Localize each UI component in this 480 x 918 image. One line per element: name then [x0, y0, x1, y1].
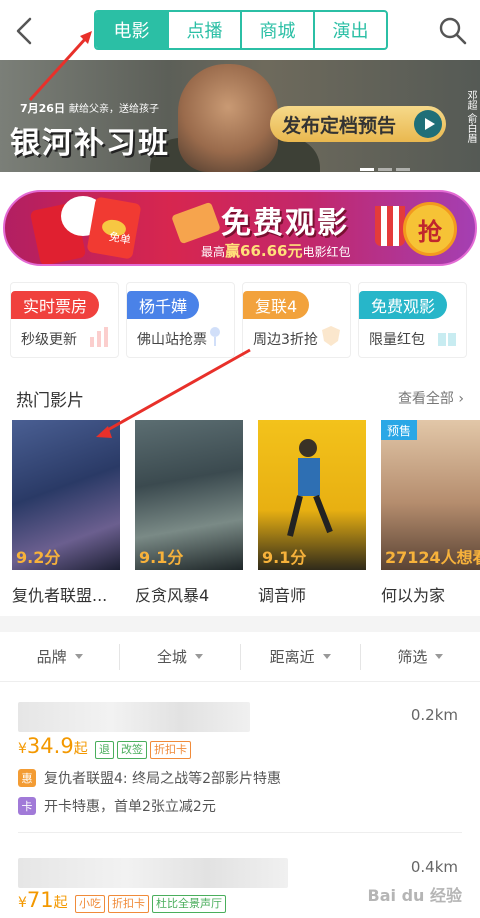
- cinema-name-redacted: [18, 858, 288, 888]
- page-dot: [396, 168, 410, 171]
- filter-brand[interactable]: 品牌: [0, 644, 119, 670]
- promo-section: 免单 免费观影 最高赢66.66元电影红包 抢: [0, 172, 480, 272]
- tab-vod[interactable]: 点播: [167, 12, 240, 48]
- banner-credit: 邓超 俞白眉: [465, 90, 476, 144]
- divider: [18, 832, 462, 833]
- quick-card-badge: 免费观影: [359, 291, 448, 319]
- filter-more[interactable]: 筛选: [359, 643, 480, 670]
- movie-title[interactable]: 何以为家: [381, 582, 480, 606]
- trailer-button[interactable]: 发布定档预告: [270, 106, 446, 142]
- movie-title[interactable]: 复仇者联盟...: [12, 582, 124, 606]
- caret-down-icon: [74, 654, 83, 659]
- trailer-button-label: 发布定档预告: [282, 114, 397, 137]
- quick-card-badge: 复联4: [243, 291, 310, 319]
- quick-card-free-watch[interactable]: 免费观影 限量红包: [358, 282, 467, 358]
- movie-poster[interactable]: 预售 27124人想看: [381, 420, 480, 570]
- tag-reschedule: 改签: [117, 741, 147, 759]
- cinema-tags: 退改签 折扣卡: [92, 738, 191, 759]
- caret-down-icon: [435, 654, 444, 659]
- grab-button[interactable]: 抢: [403, 202, 457, 256]
- movie-want-count: 27124人想看: [385, 548, 480, 567]
- quick-card-box-office[interactable]: 实时票房 秒级更新: [10, 282, 119, 358]
- card-icon: 卡: [18, 797, 36, 815]
- cinema-distance: 0.2km: [410, 706, 458, 724]
- tab-show[interactable]: 演出: [313, 12, 386, 48]
- cinema-offer: 惠复仇者联盟4: 终局之战等2部影片特惠: [18, 768, 281, 788]
- quick-card-desc: 秒级更新: [21, 332, 77, 348]
- filter-area[interactable]: 全城: [119, 643, 239, 670]
- see-all-link[interactable]: 查看全部 ›: [398, 388, 464, 408]
- caret-down-icon: [194, 654, 203, 659]
- free-watch-banner[interactable]: 免单 免费观影 最高赢66.66元电影红包 抢: [3, 190, 477, 266]
- category-tabs: 电影 点播 商城 演出: [94, 10, 388, 50]
- movie-score: 9.2分: [16, 548, 61, 567]
- quick-card-concert[interactable]: 杨千嬅 佛山站抢票: [126, 282, 235, 358]
- movie-title[interactable]: 调音师: [258, 582, 370, 606]
- cinema-list: 0.2km ¥34.9起 退改签 折扣卡 惠复仇者联盟4: 终局之战等2部影片特惠…: [0, 682, 480, 918]
- banner-pagination: [360, 156, 440, 171]
- cinema-price: ¥71起: [18, 888, 68, 912]
- poster-figure: [287, 439, 333, 537]
- quick-card-badge: 实时票房: [11, 291, 100, 319]
- ticket-icon: [171, 201, 221, 245]
- cinema-offer: 卡开卡特惠，首单2张立减2元: [18, 796, 216, 816]
- banner-date: 7月26日 献给父亲，送给孩子: [20, 102, 159, 115]
- quick-card-desc: 佛山站抢票: [137, 332, 207, 348]
- tag-snack: 小吃: [75, 895, 105, 913]
- gift-icon: [438, 329, 456, 346]
- cinema-filter-bar: 品牌 全城 距离近 筛选: [0, 632, 480, 682]
- bar-chart-icon: [90, 327, 108, 347]
- quick-card-desc: 限量红包: [369, 332, 425, 348]
- hot-movies-section: 热门影片 查看全部 › 9.2分 复仇者联盟... 9.1分 反贪风暴4 9.1…: [0, 366, 480, 616]
- tag-dolby: 杜比全景声厅: [152, 895, 226, 913]
- discount-icon: 惠: [18, 769, 36, 787]
- top-bar: 电影 点播 商城 演出: [0, 0, 480, 60]
- popcorn-icon: [375, 206, 405, 246]
- tab-movie[interactable]: 电影: [96, 12, 167, 48]
- movie-poster[interactable]: 9.1分: [258, 420, 366, 570]
- promo-subtitle: 最高赢66.66元电影红包: [201, 242, 351, 260]
- cinema-name-redacted: [18, 702, 250, 732]
- movie-poster[interactable]: 9.1分: [135, 420, 243, 570]
- section-title: 热门影片: [16, 391, 84, 411]
- tag-refund: 退: [95, 741, 114, 759]
- banner-title: 银河补习班: [10, 126, 170, 161]
- quick-card-merch[interactable]: 复联4 周边3折抢: [242, 282, 351, 358]
- play-icon: [414, 110, 442, 138]
- tab-mall[interactable]: 商城: [240, 12, 313, 48]
- page-dot: [378, 168, 392, 171]
- banner-figure: [178, 64, 278, 172]
- cinema-tags: 小吃 折扣卡 杜比全景声厅: [72, 892, 226, 913]
- tag-discount-card: 折扣卡: [108, 895, 149, 913]
- page-dot: [360, 168, 374, 171]
- movie-score: 9.1分: [139, 548, 184, 567]
- search-icon[interactable]: [436, 14, 470, 48]
- microphone-icon: [210, 327, 220, 346]
- filter-distance[interactable]: 距离近: [239, 643, 360, 670]
- movie-poster[interactable]: 9.2分: [12, 420, 120, 570]
- quick-card-desc: 周边3折抢: [253, 332, 318, 348]
- caret-down-icon: [322, 654, 331, 659]
- movie-title[interactable]: 反贪风暴4: [135, 582, 247, 606]
- watermark: Bai du 经验: [367, 886, 462, 905]
- cinema-distance: 0.4km: [410, 858, 458, 876]
- cinema-price: ¥34.9起: [18, 734, 88, 758]
- movie-score: 9.1分: [262, 548, 307, 567]
- quick-entries: 实时票房 秒级更新 杨千嬅 佛山站抢票 复联4 周边3折抢 免费观影 限量红包: [0, 272, 480, 366]
- chevron-left-icon[interactable]: [10, 14, 40, 48]
- shield-icon: [322, 326, 340, 346]
- presale-badge: 预售: [381, 420, 418, 440]
- quick-card-badge: 杨千嬅: [127, 291, 200, 319]
- promo-headline: 免费观影: [221, 206, 349, 241]
- tag-discount-card: 折扣卡: [150, 741, 191, 759]
